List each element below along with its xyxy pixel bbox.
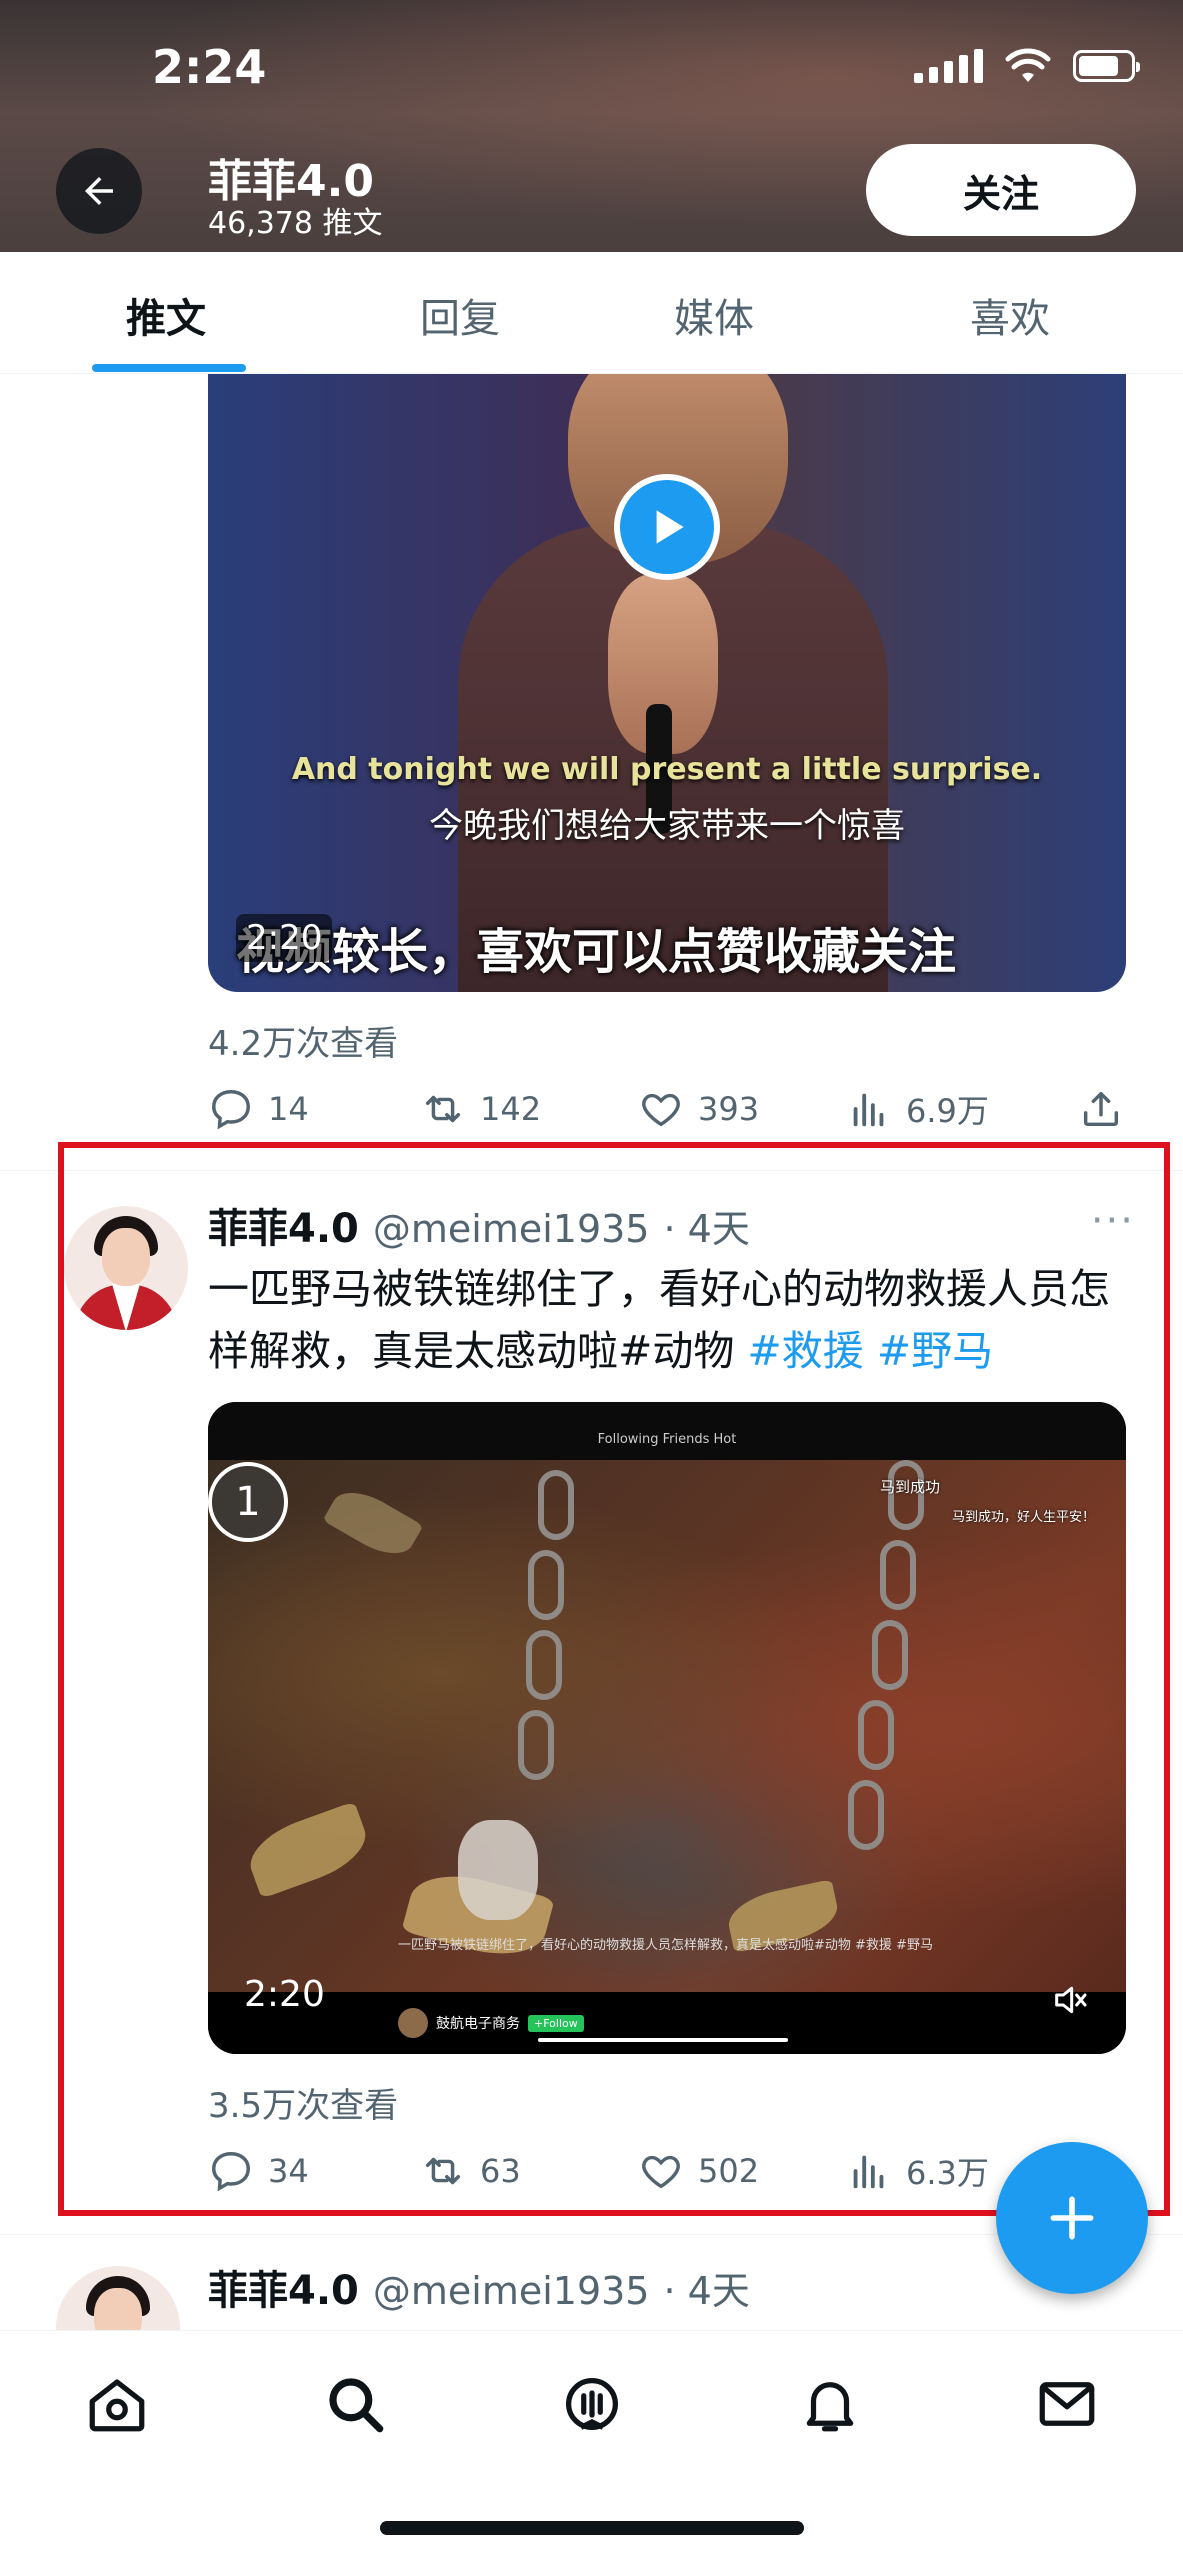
nav-home[interactable] [82, 2369, 152, 2439]
tweet2-actions: 34 63 502 6.3万 [208, 2148, 1126, 2204]
video-duration: 2:20 [244, 1974, 325, 2015]
retweet-icon [425, 2157, 461, 2185]
wifi-icon [1005, 48, 1051, 82]
like-button[interactable]: 502 [638, 2148, 759, 2194]
tweet-author-name[interactable]: 菲菲4.0 [208, 1196, 359, 1254]
bottom-navigation [0, 2330, 1183, 2560]
tweet2-video[interactable]: Following Friends Hot 1 马到成功 马到成功，好人生平安！… [208, 1402, 1126, 2054]
hashtag-link[interactable]: #救援 [747, 1327, 863, 1375]
tweet1-video[interactable]: And tonight we will present a little sur… [208, 374, 1126, 992]
video-counter-badge: 1 [208, 1462, 288, 1542]
signal-icon [914, 49, 983, 83]
tweet2-header: 菲菲4.0 @meimei1935 · 4天 [208, 1196, 750, 1254]
share-button[interactable] [1078, 1086, 1124, 1132]
home-icon [89, 2379, 145, 2432]
home-indicator [380, 2521, 804, 2535]
tweet1-actions: 14 142 393 6.9万 [208, 1086, 1126, 1142]
active-tab-indicator [92, 364, 246, 372]
mute-icon[interactable] [1050, 1980, 1090, 2024]
nav-spaces[interactable] [557, 2369, 627, 2439]
profile-header: 2:24 菲菲4.0 46,378 推文 关注 [0, 0, 1183, 252]
tab-replies[interactable]: 回复 [420, 286, 500, 344]
nav-notifications[interactable] [795, 2369, 865, 2439]
reply-count: 14 [268, 1090, 309, 1128]
reply-button[interactable]: 14 [208, 1086, 309, 1132]
embedded-author: 鼓航电子商务 +Follow [398, 2008, 584, 2038]
tweet-time: · 4天 [663, 2269, 750, 2313]
tweet2-views[interactable]: 3.5万次查看 [208, 2078, 398, 2127]
battery-icon [1073, 50, 1140, 82]
search-icon [329, 2378, 384, 2433]
embedded-video-caption: 一匹野马被铁链绑住了，看好心的动物救援人员怎样解救，真是太感动啦#动物 #救援 … [398, 1938, 933, 1953]
messages-icon [1039, 2382, 1095, 2426]
analytics-icon [853, 2155, 884, 2189]
retweet-count: 63 [480, 2152, 521, 2190]
back-arrow-icon [85, 177, 113, 205]
tweet-time: · 4天 [663, 1207, 750, 1251]
follow-button[interactable]: 关注 [866, 144, 1136, 236]
like-count: 502 [698, 2152, 760, 2190]
notifications-icon [806, 2382, 854, 2432]
embedded-author-name: 鼓航电子商务 [436, 2016, 520, 2032]
tweet3-header: 菲菲4.0 @meimei1935 · 4天 [208, 2258, 750, 2316]
analytics-count: 6.9万 [906, 1092, 989, 1130]
video-duration: 2:20 [236, 914, 333, 962]
tweet-author-handle[interactable]: @meimei1935 [373, 1207, 650, 1251]
like-count: 393 [698, 1090, 760, 1128]
compose-button[interactable] [996, 2142, 1148, 2294]
analytics-button[interactable]: 6.3万 [846, 2148, 989, 2194]
tweet-text: 一匹野马被铁链绑住了，看好心的动物救援人员怎样解救，真是太感动啦#动物 #救援 … [208, 1258, 1126, 1382]
analytics-button[interactable]: 6.9万 [846, 1086, 989, 1132]
video-subtitle-en: And tonight we will present a little sur… [291, 752, 1043, 787]
compose-plus-icon [1050, 2196, 1094, 2240]
play-button[interactable] [614, 474, 720, 580]
video-overlay-text: 马到成功 [880, 1478, 941, 1496]
avatar[interactable] [64, 1206, 188, 1330]
retweet-button[interactable]: 63 [420, 2148, 521, 2194]
nav-messages[interactable] [1032, 2369, 1102, 2439]
profile-tabs: 推文 回复 媒体 喜欢 [0, 252, 1183, 374]
video-overlay-text: 马到成功，好人生平安！ [952, 1510, 1096, 1525]
embedded-follow-badge: +Follow [528, 2014, 584, 2032]
back-button[interactable] [56, 148, 142, 234]
tab-tweets[interactable]: 推文 [126, 286, 206, 344]
tweet-divider [0, 1170, 1183, 1171]
analytics-icon [853, 1093, 884, 1127]
tab-media[interactable]: 媒体 [674, 286, 754, 344]
analytics-count: 6.3万 [906, 2154, 989, 2192]
video-overlay-text: 视频较长，喜欢可以点赞收藏关注 [236, 924, 957, 980]
retweet-count: 142 [480, 1090, 542, 1128]
avatar [398, 2008, 428, 2038]
retweet-button[interactable]: 142 [420, 1086, 541, 1132]
embedded-app-topbar [208, 1402, 1126, 1460]
reply-count: 34 [268, 2152, 309, 2190]
reply-icon [212, 1090, 250, 1130]
reply-icon [212, 2152, 250, 2192]
like-icon [642, 2155, 680, 2189]
video-subtitle-cn: 今晚我们想给大家带来一个惊喜 [429, 806, 905, 846]
video-thumbnail [458, 374, 888, 992]
hashtag-link[interactable]: #野马 [877, 1327, 993, 1375]
status-icons [914, 48, 1140, 84]
share-icon [1083, 1091, 1119, 1127]
tweet1-views[interactable]: 4.2万次查看 [208, 1016, 398, 1065]
embedded-home-indicator [538, 2038, 788, 2042]
tab-likes[interactable]: 喜欢 [970, 286, 1050, 344]
spaces-icon [566, 2378, 618, 2430]
tweet-author-name[interactable]: 菲菲4.0 [208, 2258, 359, 2316]
reply-button[interactable]: 34 [208, 2148, 309, 2194]
status-time: 2:24 [152, 40, 267, 94]
nav-search[interactable] [320, 2369, 390, 2439]
play-icon [656, 510, 684, 544]
like-button[interactable]: 393 [638, 1086, 759, 1132]
tweet-author-handle[interactable]: @meimei1935 [373, 2269, 650, 2313]
more-icon[interactable]: ··· [1091, 1198, 1135, 1244]
retweet-icon [425, 1095, 461, 1123]
video-thumbnail [208, 1460, 1126, 1992]
profile-post-count: 46,378 推文 [208, 206, 383, 241]
embedded-app-tabs: Following Friends Hot [597, 1432, 737, 1447]
embedded-app-bottombar [208, 1992, 1126, 2054]
like-icon [642, 1093, 680, 1127]
